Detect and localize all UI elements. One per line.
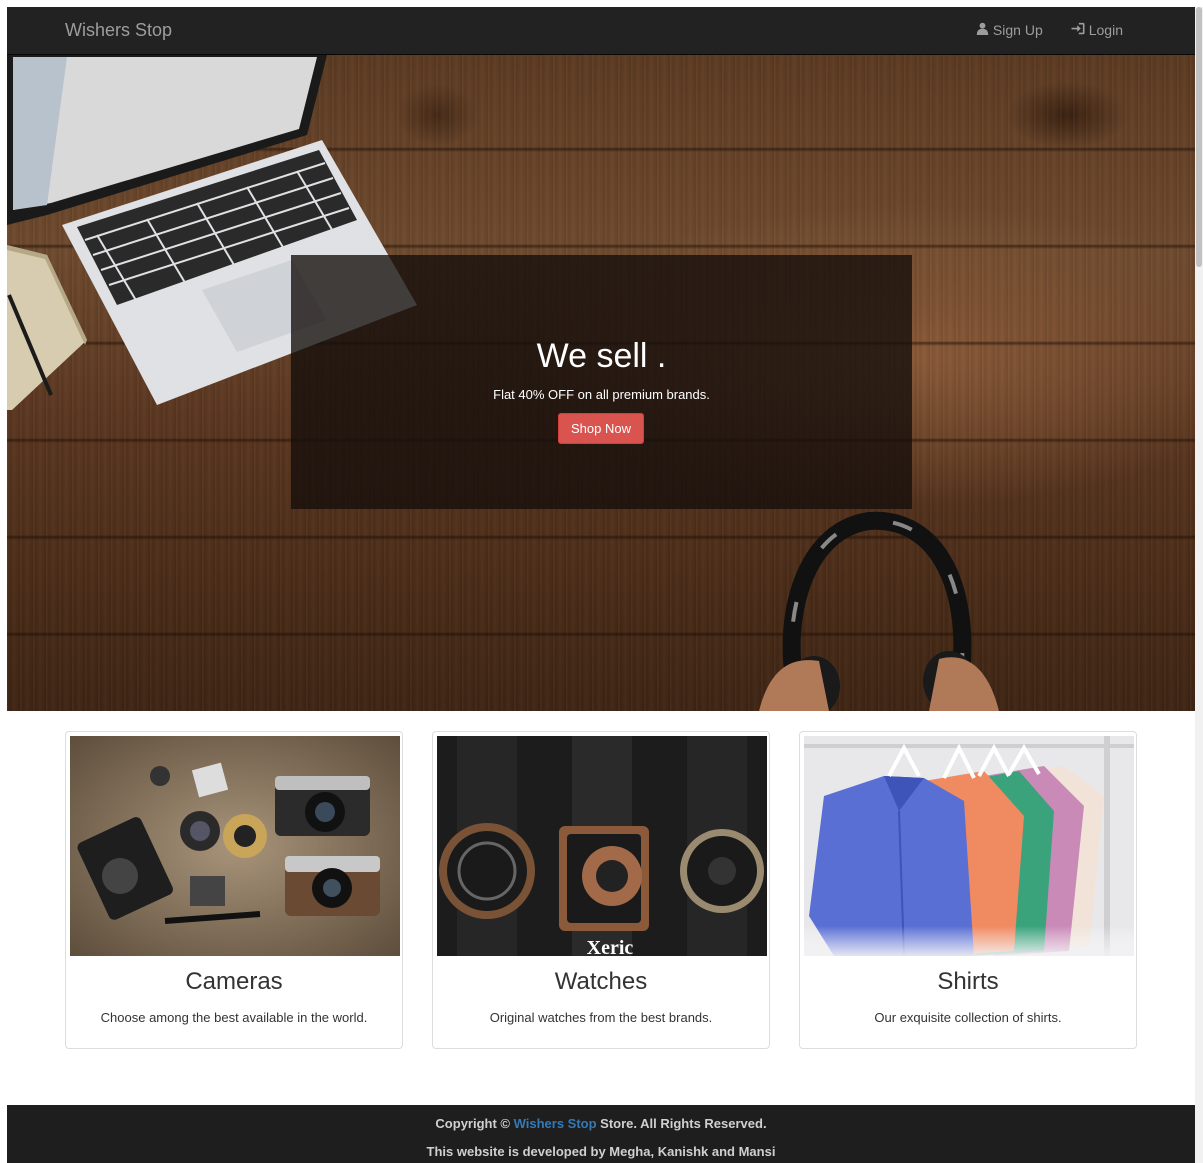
card-description: Original watches from the best brands. xyxy=(489,1010,713,1025)
watch-brand-label: Xeric xyxy=(587,937,634,956)
card-title: Shirts xyxy=(937,968,999,995)
copyright-prefix: Copyright © xyxy=(435,1116,514,1131)
cameras-image xyxy=(70,736,400,956)
developer-credits: This website is developed by Megha, Kani… xyxy=(426,1144,776,1159)
hero-title: We sell . xyxy=(536,337,667,375)
shop-now-button[interactable]: Shop Now xyxy=(558,413,644,444)
copyright-suffix: Store. All Rights Reserved. xyxy=(596,1116,767,1131)
card-title: Cameras xyxy=(185,968,283,995)
page: Wishers Stop Sign Up Login We sell . Fla… xyxy=(7,7,1195,1163)
copyright-text: Copyright © Wishers Stop Store. All Righ… xyxy=(7,1116,1195,1131)
login-label: Login xyxy=(1088,22,1123,38)
login-link[interactable]: Login xyxy=(1071,22,1123,38)
footer: Copyright © Wishers Stop Store. All Righ… xyxy=(7,1105,1195,1163)
page-scrollbar[interactable] xyxy=(1195,7,1203,1163)
watches-image: Xeric xyxy=(437,736,767,956)
shirts-image xyxy=(804,736,1134,956)
brand-link[interactable]: Wishers Stop xyxy=(65,20,172,41)
card-watches[interactable]: Xeric Watches Original watches from the … xyxy=(432,731,770,1049)
hero-panel: We sell . Flat 40% OFF on all premium br… xyxy=(291,255,912,509)
nav-actions: Sign Up Login xyxy=(976,22,1123,38)
headphones-image xyxy=(759,511,999,711)
login-icon xyxy=(1071,22,1085,38)
card-shirts[interactable]: Shirts Our exquisite collection of shirt… xyxy=(799,731,1137,1049)
navbar: Wishers Stop Sign Up Login xyxy=(7,7,1195,55)
hero-subtitle: Flat 40% OFF on all premium brands. xyxy=(493,387,710,402)
scrollbar-thumb[interactable] xyxy=(1196,7,1202,267)
card-title: Watches xyxy=(554,968,648,995)
footer-brand-link[interactable]: Wishers Stop xyxy=(514,1116,597,1131)
card-description: Our exquisite collection of shirts. xyxy=(874,1010,1062,1025)
card-cameras[interactable]: Cameras Choose among the best available … xyxy=(65,731,403,1049)
signup-link[interactable]: Sign Up xyxy=(976,22,1043,38)
category-cards: Cameras Choose among the best available … xyxy=(7,731,1195,1049)
user-icon xyxy=(976,22,989,38)
signup-label: Sign Up xyxy=(992,22,1043,38)
card-description: Choose among the best available in the w… xyxy=(100,1010,368,1025)
hero-banner: We sell . Flat 40% OFF on all premium br… xyxy=(7,55,1195,711)
